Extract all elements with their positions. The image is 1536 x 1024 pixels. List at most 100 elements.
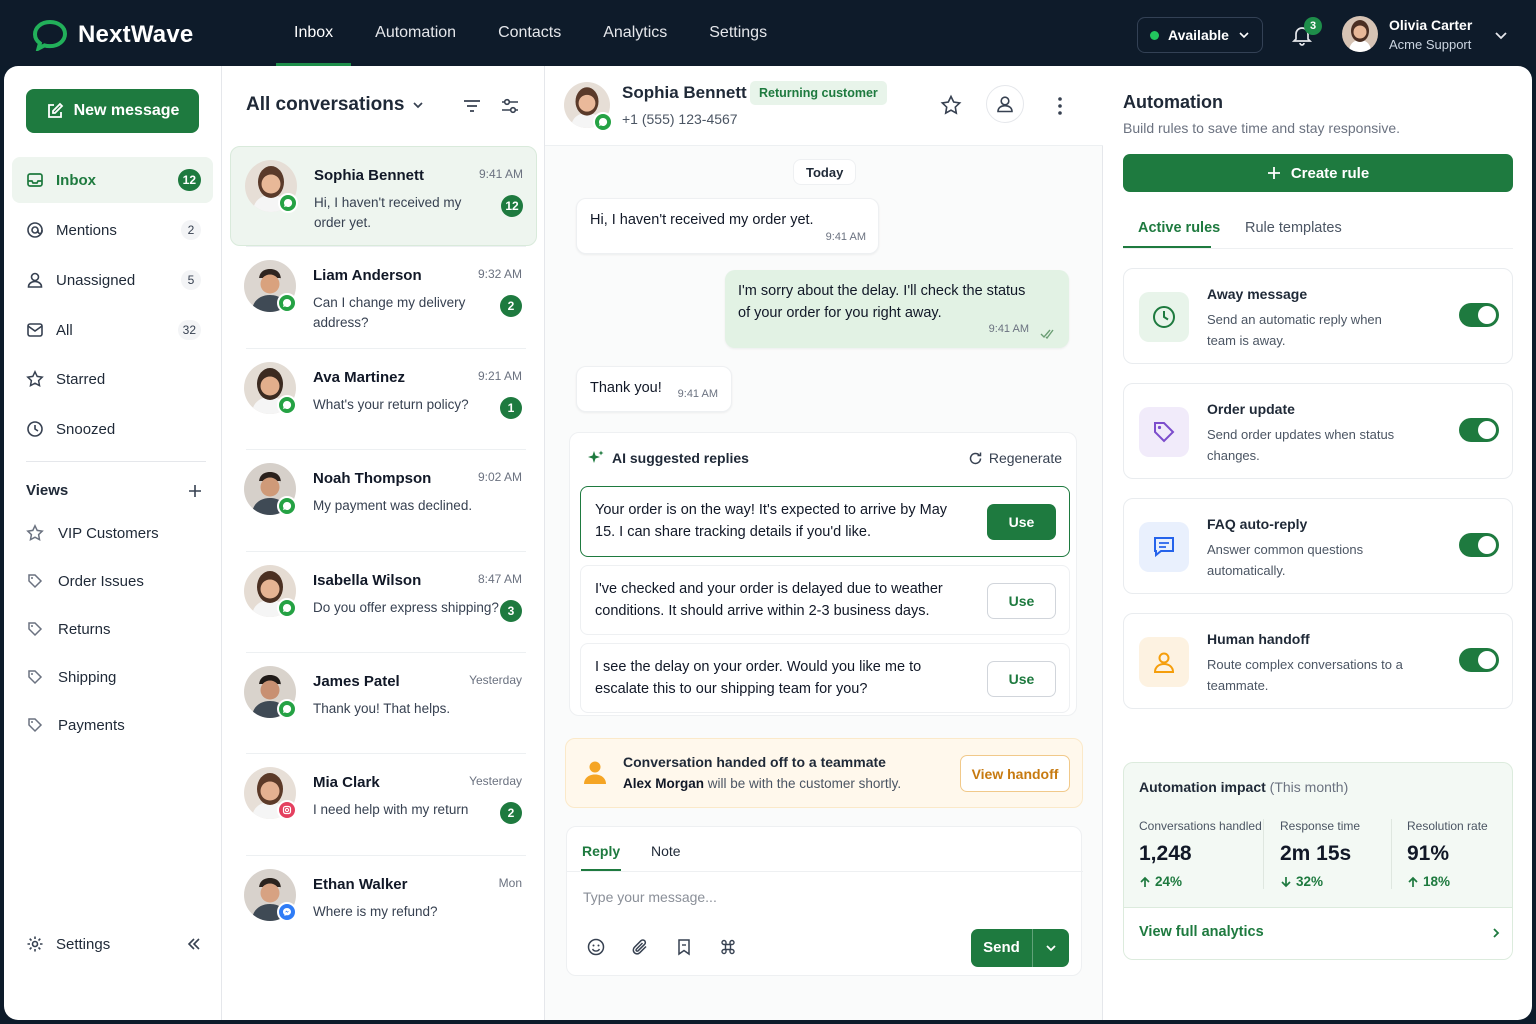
create-rule-button[interactable]: Create rule [1123, 154, 1513, 192]
regenerate-button[interactable]: Regenerate [968, 450, 1062, 466]
unread-badge: 2 [500, 802, 522, 825]
chevron-down-icon[interactable] [1033, 942, 1069, 954]
rule-card-faq-auto-reply[interactable]: FAQ auto-reply Answer common questions a… [1123, 498, 1513, 594]
views-header: Views [26, 482, 202, 499]
conversation-preview: My payment was declined. [313, 498, 473, 514]
rule-toggle[interactable] [1459, 418, 1499, 442]
automation-subtitle: Build rules to save time and stay respon… [1123, 120, 1401, 136]
conversation-item[interactable]: Isabella Wilson 8:47 AM Do you offer expre… [230, 552, 537, 652]
rule-title: Order update [1207, 401, 1295, 417]
bookmark-icon[interactable] [675, 938, 693, 956]
view-analytics-link[interactable]: View full analytics [1139, 924, 1264, 940]
tag-icon [26, 668, 44, 686]
topnav-analytics[interactable]: Analytics [585, 0, 685, 66]
tab-note[interactable]: Note [651, 843, 681, 859]
collapse-sidebar-icon[interactable] [186, 936, 202, 952]
conversation-item[interactable]: Mia Clark Yesterday I need help with my re… [230, 754, 537, 854]
avatar[interactable] [1342, 16, 1378, 52]
active-tab-indicator [1123, 246, 1211, 248]
send-button[interactable]: Send [971, 929, 1069, 967]
chevron-down-icon[interactable] [1494, 28, 1508, 42]
new-message-button[interactable]: New message [26, 89, 199, 133]
impact-title: Automation impact (This month) [1139, 779, 1348, 795]
attachment-icon[interactable] [631, 938, 649, 956]
sidebar-item-mentions[interactable]: Mentions 2 [12, 207, 213, 253]
sidebar-item-starred[interactable]: Starred [12, 356, 213, 402]
conversation-item[interactable]: Noah Thompson 9:02 AM My payment was decli… [230, 450, 537, 550]
metric-label: Resolution rate [1407, 819, 1488, 833]
brand[interactable]: NextWave [32, 19, 193, 51]
tab-active-rules[interactable]: Active rules [1138, 220, 1220, 236]
conversation-preview: Thank you! That helps. [313, 701, 451, 716]
gear-icon [26, 935, 44, 953]
refresh-icon [968, 451, 983, 466]
topnav-inbox[interactable]: Inbox [276, 0, 352, 66]
conversation-preview: What's your return policy? [313, 396, 469, 412]
view-handoff-button[interactable]: View handoff [960, 755, 1070, 792]
conversation-item[interactable]: Liam Anderson 9:32 AM Can I change my deli… [230, 247, 537, 347]
conversation-item[interactable]: Ava Martinez 9:21 AM What's your return po… [230, 349, 537, 449]
ai-suggestion-card[interactable]: I see the delay on your order. Would you… [580, 643, 1070, 713]
view-analytics-row[interactable]: View full analytics [1124, 907, 1512, 959]
topnav-settings[interactable]: Settings [691, 0, 785, 66]
topnav-automation[interactable]: Automation [357, 0, 474, 66]
view-returns[interactable]: Returns [26, 617, 111, 641]
view-label: Returns [58, 620, 111, 638]
tag-icon [26, 620, 44, 638]
impact-title-text: Automation impact [1139, 779, 1266, 795]
conversation-item[interactable]: James Patel Yesterday Thank you! That help… [230, 653, 537, 753]
conversation-preview: Can I change my delivery address? [313, 295, 466, 331]
conversation-filter-dropdown[interactable]: All conversations [246, 94, 424, 116]
filter-sliders-icon[interactable] [500, 96, 520, 116]
use-suggestion-button[interactable]: Use [987, 504, 1056, 540]
settings-link[interactable]: Settings [26, 935, 110, 953]
rule-card-order-update[interactable]: Order update Send order updates when sta… [1123, 383, 1513, 479]
availability-dropdown[interactable]: Available [1137, 17, 1263, 53]
sidebar-item-all[interactable]: All 32 [12, 307, 213, 353]
divider [567, 871, 1083, 872]
shortcut-command-icon[interactable] [719, 938, 737, 956]
metric-delta: 32% [1280, 874, 1360, 889]
person-icon [582, 759, 608, 785]
rule-card-human-handoff[interactable]: Human handoff Route complex conversation… [1123, 613, 1513, 709]
sort-icon[interactable] [462, 96, 482, 116]
star-icon[interactable] [940, 94, 962, 116]
view-order-issues[interactable]: Order Issues [26, 569, 144, 593]
at-icon [26, 221, 44, 239]
tag-icon [26, 572, 44, 590]
rule-card-away-message[interactable]: Away message Send an automatic reply whe… [1123, 268, 1513, 364]
message-bubble-incoming: Hi, I haven't received my order yet. 9:4… [576, 198, 879, 254]
topnav-contacts[interactable]: Contacts [480, 0, 579, 66]
assign-user-button[interactable] [986, 85, 1024, 123]
ai-suggestion-card[interactable]: I've checked and your order is delayed d… [580, 565, 1070, 635]
create-rule-label: Create rule [1290, 164, 1370, 182]
use-suggestion-button[interactable]: Use [987, 583, 1056, 619]
rule-toggle[interactable] [1459, 648, 1499, 672]
rule-toggle[interactable] [1459, 533, 1499, 557]
tab-rule-templates[interactable]: Rule templates [1245, 220, 1342, 236]
use-suggestion-button[interactable]: Use [987, 661, 1056, 697]
rule-description: Send an automatic reply when team is awa… [1207, 312, 1382, 348]
view-vip-customers[interactable]: VIP Customers [26, 521, 159, 545]
sidebar: New message Inbox 12 Mentions 2 Unassign… [4, 66, 222, 1020]
conversation-item[interactable]: Sophia Bennett 9:41 AM Hi, I haven't recei… [230, 146, 537, 246]
tab-reply[interactable]: Reply [582, 843, 620, 859]
conversation-tools [462, 96, 520, 116]
conversation-item[interactable]: Ethan Walker Mon Where is my refund? [230, 856, 537, 956]
ai-suggestion-card[interactable]: Your order is on the way! It's expected … [580, 486, 1070, 557]
conversation-name: Isabella Wilson [313, 571, 422, 589]
message-text: Thank you! [590, 380, 662, 396]
message-input[interactable] [583, 885, 1063, 909]
instagram-icon [277, 800, 297, 821]
user-org: Acme Support [1389, 37, 1472, 52]
sidebar-item-snoozed[interactable]: Snoozed [12, 406, 213, 452]
view-shipping[interactable]: Shipping [26, 665, 116, 689]
rule-toggle[interactable] [1459, 303, 1499, 327]
emoji-icon[interactable] [587, 938, 605, 956]
sidebar-item-inbox[interactable]: Inbox 12 [12, 157, 213, 203]
metric-conversations-handled: Conversations handled 1,248 24% [1139, 819, 1262, 889]
more-vertical-icon[interactable] [1057, 96, 1063, 116]
sidebar-item-unassigned[interactable]: Unassigned 5 [12, 257, 213, 303]
plus-icon[interactable] [188, 484, 202, 498]
view-payments[interactable]: Payments [26, 713, 125, 737]
